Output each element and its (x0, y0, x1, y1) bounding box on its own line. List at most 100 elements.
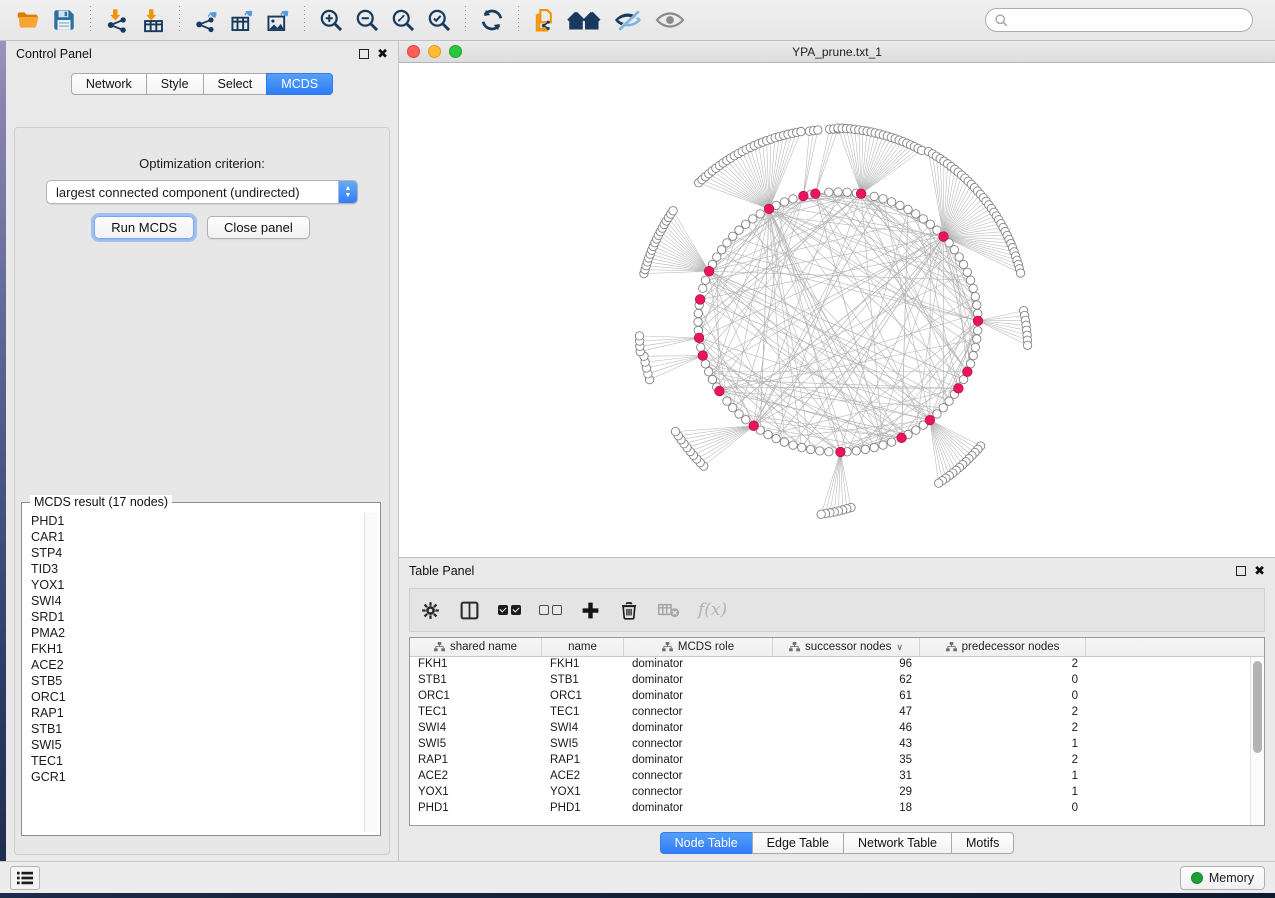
memory-button[interactable]: Memory (1180, 866, 1265, 890)
mcds-node-item[interactable]: STP4 (31, 545, 377, 561)
mcds-node-item[interactable]: SRD1 (31, 609, 377, 625)
control-tab-network[interactable]: Network (71, 73, 146, 95)
table-tab-edge-table[interactable]: Edge Table (752, 832, 843, 854)
save-session-icon[interactable] (49, 5, 79, 35)
mcds-node-item[interactable]: SWI4 (31, 593, 377, 609)
table-row[interactable]: YOX1YOX1connector291 (410, 785, 1264, 801)
table-row[interactable]: SWI4SWI4dominator462 (410, 721, 1264, 737)
control-tab-style[interactable]: Style (146, 73, 203, 95)
table-row[interactable]: SWI5SWI5connector431 (410, 737, 1264, 753)
mcds-node-item[interactable]: ACE2 (31, 657, 377, 673)
search-input[interactable] (985, 8, 1253, 32)
toolbar-separator (90, 6, 91, 34)
table-cell: 47 (773, 705, 920, 721)
zoom-in-icon[interactable] (316, 5, 346, 35)
zoom-selected-icon[interactable] (424, 5, 454, 35)
table-row[interactable]: ORC1ORC1dominator610 (410, 689, 1264, 705)
column-header-name[interactable]: name (542, 638, 624, 656)
control-tab-mcds[interactable]: MCDS (266, 73, 333, 95)
mcds-node-item[interactable]: TID3 (31, 561, 377, 577)
table-cell: connector (624, 769, 773, 785)
column-layout-icon[interactable] (459, 600, 480, 621)
column-header-shared-name[interactable]: shared name (410, 638, 542, 656)
table-tab-motifs[interactable]: Motifs (951, 832, 1014, 854)
table-panel: Table Panel ✖ f(x) (399, 558, 1275, 861)
table-cell: ORC1 (542, 689, 624, 705)
mcds-list-scrollbar[interactable] (364, 513, 377, 832)
mcds-node-item[interactable]: CAR1 (31, 529, 377, 545)
table-cell: connector (624, 737, 773, 753)
table-cell: 18 (773, 801, 920, 817)
close-table-panel-icon[interactable]: ✖ (1254, 566, 1265, 576)
mcds-node-item[interactable]: STB5 (31, 673, 377, 689)
network-canvas[interactable] (399, 63, 1275, 557)
mcds-node-item[interactable]: ORC1 (31, 689, 377, 705)
mcds-result-list[interactable]: PHD1CAR1STP4TID3YOX1SWI4SRD1PMA2FKH1ACE2… (25, 513, 377, 832)
import-network-icon[interactable] (102, 5, 132, 35)
mcds-hub-node (695, 295, 705, 305)
close-panel-button[interactable]: Close panel (207, 216, 310, 239)
table-row[interactable]: RAP1RAP1dominator352 (410, 753, 1264, 769)
mcds-node-item[interactable]: FKH1 (31, 641, 377, 657)
table-tab-node-table[interactable]: Node Table (660, 832, 752, 854)
export-image-icon[interactable] (263, 5, 293, 35)
zoom-out-icon[interactable] (352, 5, 382, 35)
select-stepper-icon: ▲▼ (338, 180, 357, 204)
search-field[interactable] (1015, 13, 1244, 27)
table-row[interactable]: STB1STB1dominator620 (410, 673, 1264, 689)
hide-selected-icon[interactable] (610, 5, 646, 35)
table-cell: 2 (920, 657, 1086, 673)
table-options-icon[interactable] (420, 600, 441, 621)
table-scrollbar[interactable] (1250, 657, 1264, 825)
table-row[interactable]: TEC1TEC1connector472 (410, 705, 1264, 721)
float-panel-icon[interactable] (359, 49, 369, 59)
mcds-node-item[interactable]: PMA2 (31, 625, 377, 641)
task-history-button[interactable] (10, 866, 40, 890)
select-all-icon[interactable] (498, 605, 521, 615)
mcds-node-item[interactable]: TEC1 (31, 753, 377, 769)
table-cell: 0 (920, 673, 1086, 689)
optimization-criterion-select[interactable]: largest connected component (undirected)… (46, 180, 358, 204)
delete-column-icon[interactable] (619, 600, 639, 621)
add-column-icon[interactable] (580, 600, 601, 621)
column-header-predecessor-nodes[interactable]: predecessor nodes (920, 638, 1086, 656)
float-table-panel-icon[interactable] (1236, 566, 1246, 576)
table-row[interactable]: PHD1PHD1dominator180 (410, 801, 1264, 817)
table-row[interactable]: ACE2ACE2connector311 (410, 769, 1264, 785)
table-cell: STB1 (410, 673, 542, 689)
run-mcds-button[interactable]: Run MCDS (94, 216, 194, 239)
mcds-node-item[interactable]: STB1 (31, 721, 377, 737)
optimization-criterion-label: Optimization criterion: (15, 156, 389, 171)
mcds-node-item[interactable]: GCR1 (31, 769, 377, 785)
mcds-node-item[interactable]: YOX1 (31, 577, 377, 593)
column-header-successor-nodes[interactable]: successor nodes∨ (773, 638, 920, 656)
table-cell: connector (624, 705, 773, 721)
table-cell: TEC1 (410, 705, 542, 721)
zoom-fit-icon[interactable] (388, 5, 418, 35)
network-window-titlebar[interactable]: YPA_prune.txt_1 (399, 41, 1275, 63)
mcds-node-item[interactable]: PHD1 (31, 513, 377, 529)
table-cell: 35 (773, 753, 920, 769)
close-panel-icon[interactable]: ✖ (377, 49, 388, 59)
table-cell: 29 (773, 785, 920, 801)
table-tab-network-table[interactable]: Network Table (843, 832, 951, 854)
duplicate-network-icon[interactable] (530, 5, 560, 35)
table-cell: 96 (773, 657, 920, 673)
memory-status-icon (1191, 872, 1203, 884)
control-panel-tabs: NetworkStyleSelectMCDS (6, 73, 398, 95)
import-table-icon[interactable] (138, 5, 168, 35)
first-neighbors-icon[interactable] (566, 5, 604, 35)
mcds-node-item[interactable]: RAP1 (31, 705, 377, 721)
column-header-MCDS-role[interactable]: MCDS role (624, 638, 773, 656)
refresh-view-icon[interactable] (477, 5, 507, 35)
table-row[interactable]: FKH1FKH1dominator962 (410, 657, 1264, 673)
show-all-icon[interactable] (652, 5, 688, 35)
export-network-icon[interactable] (191, 5, 221, 35)
table-scrollbar-thumb[interactable] (1253, 661, 1262, 753)
mcds-node-item[interactable]: SWI5 (31, 737, 377, 753)
control-tab-select[interactable]: Select (203, 73, 267, 95)
deselect-all-icon[interactable] (539, 605, 562, 615)
table-body: FKH1FKH1dominator962STB1STB1dominator620… (410, 657, 1264, 825)
export-table-icon[interactable] (227, 5, 257, 35)
open-session-icon[interactable] (13, 5, 43, 35)
